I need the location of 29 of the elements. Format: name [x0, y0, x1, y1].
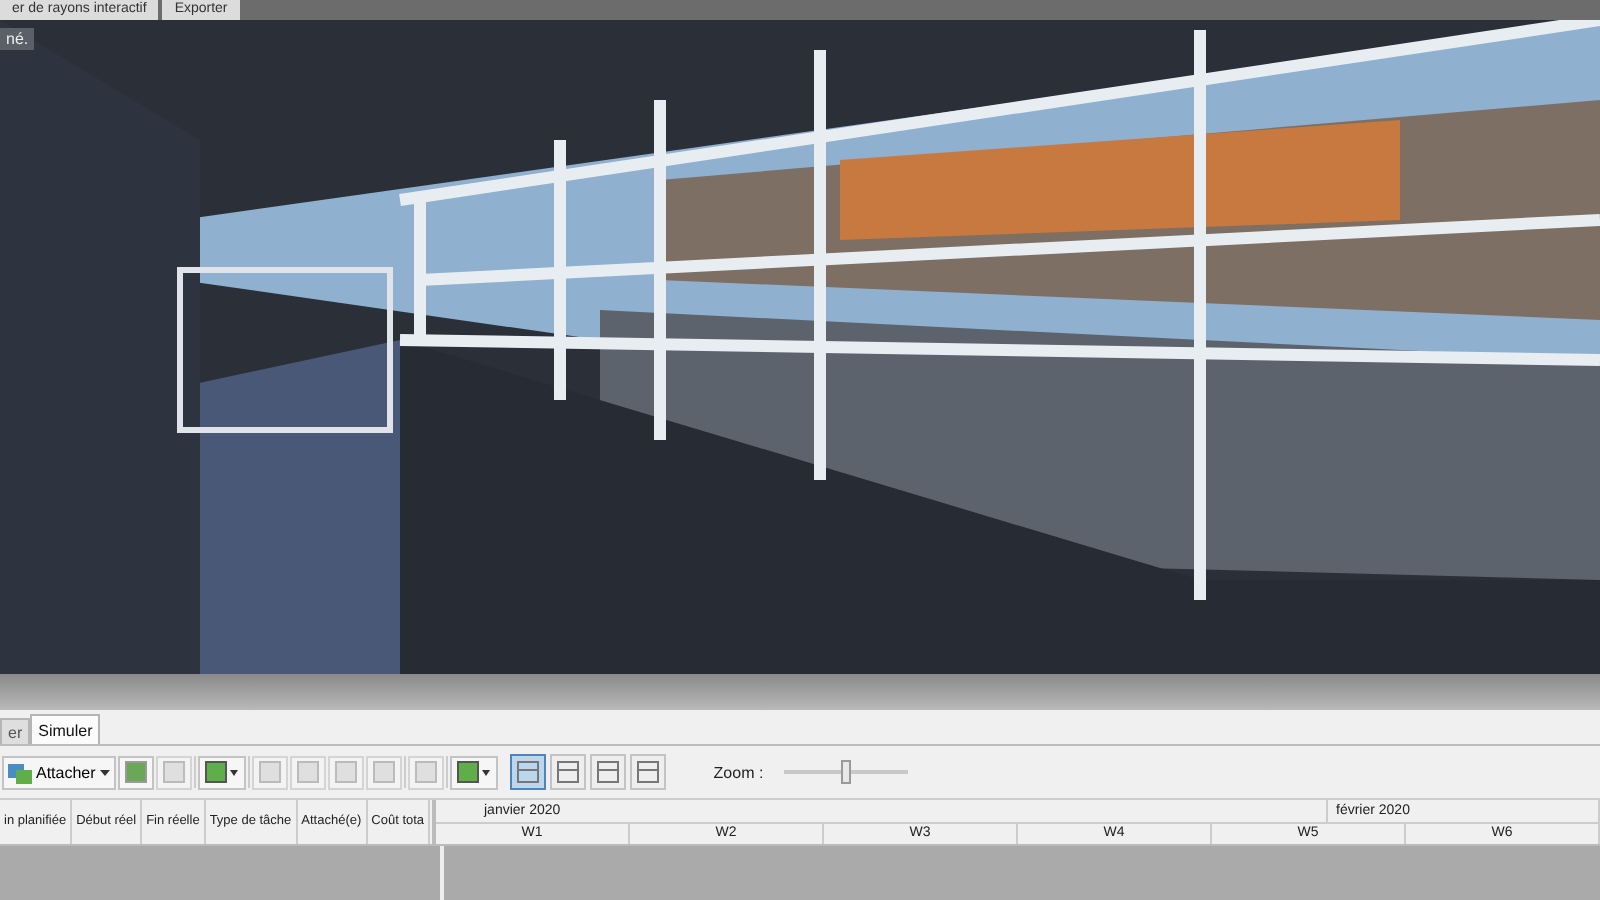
square-icon [161, 760, 186, 784]
attach-icon [8, 761, 32, 783]
view-button[interactable] [629, 754, 666, 790]
dropdown-icon [203, 760, 240, 784]
dropdown-button[interactable] [449, 755, 498, 789]
layout-icon [515, 760, 540, 784]
square-icon [333, 760, 358, 784]
view-button[interactable] [509, 754, 546, 790]
splitter-bar[interactable] [0, 674, 1600, 710]
viewport-label: né. [0, 28, 35, 50]
dropdown-button[interactable] [197, 755, 246, 789]
dropdown-icon [455, 760, 492, 784]
caret-icon [99, 769, 110, 775]
square-icon [123, 760, 148, 784]
attach-button[interactable]: Attacher [2, 755, 116, 789]
layout-icon [635, 760, 660, 784]
view-button[interactable] [549, 754, 586, 790]
square-icon [371, 760, 396, 784]
layout-icon [555, 760, 580, 784]
toolbar-button[interactable] [117, 755, 154, 789]
square-icon [257, 760, 282, 784]
zoom-label: Zoom : [713, 763, 764, 781]
square-icon [295, 760, 320, 784]
square-icon [413, 760, 438, 784]
panel-tab[interactable]: Simuler [30, 714, 101, 744]
layout-icon [595, 760, 620, 784]
view-button[interactable] [589, 754, 626, 790]
slider-thumb[interactable] [840, 760, 851, 784]
panel-tab[interactable]: er [0, 718, 31, 744]
